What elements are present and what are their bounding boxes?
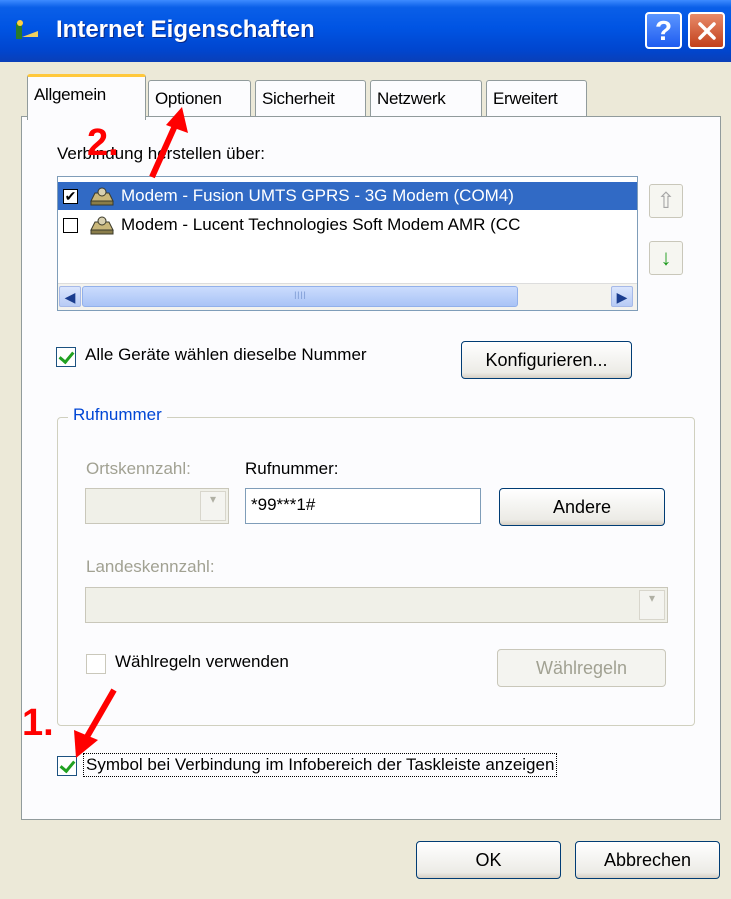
other-button[interactable]: Andere xyxy=(499,488,665,526)
cancel-button[interactable]: Abbrechen xyxy=(575,841,720,879)
dialing-rules-button-label: Wählregeln xyxy=(535,658,628,678)
list-item[interactable]: Modem - Lucent Technologies Soft Modem A… xyxy=(58,211,637,239)
tab-label: Sicherheit xyxy=(262,89,335,108)
configure-button-label: Konfigurieren... xyxy=(485,350,608,370)
move-down-button[interactable]: ↓ xyxy=(649,241,683,275)
list-item-checkbox[interactable] xyxy=(63,218,78,233)
configure-button[interactable]: Konfigurieren... xyxy=(461,341,632,379)
horizontal-scrollbar[interactable]: ◀ IIII ▶ xyxy=(58,283,637,310)
scroll-grip: IIII xyxy=(293,290,307,302)
chevron-down-icon: ▾ xyxy=(200,491,226,521)
arrow-up-icon: ⇧ xyxy=(656,188,676,213)
phone-label: Rufnummer: xyxy=(245,459,339,478)
help-button[interactable]: ? xyxy=(645,12,682,49)
phone-group-title: Rufnummer xyxy=(68,405,167,425)
all-devices-checkbox[interactable] xyxy=(56,347,76,367)
country-code-select[interactable]: ▾ xyxy=(85,587,668,623)
phone-number-input[interactable]: *99***1# xyxy=(245,488,481,524)
scroll-left-icon[interactable]: ◀ xyxy=(59,286,81,307)
tab-erweitert[interactable]: Erweitert xyxy=(486,80,587,116)
tab-label: Allgemein xyxy=(34,85,106,104)
list-item-checkbox[interactable]: ✔ xyxy=(63,189,78,204)
ok-button-label: OK xyxy=(475,850,502,870)
close-button[interactable] xyxy=(688,12,725,49)
dialing-rules-label: Wählregeln verwenden xyxy=(115,652,289,671)
show-icon-label: Symbol bei Verbindung im Infobereich der… xyxy=(83,753,558,777)
scroll-right-icon[interactable]: ▶ xyxy=(611,286,633,307)
dialing-rules-checkbox[interactable] xyxy=(86,654,106,674)
chevron-down-icon: ▾ xyxy=(639,590,665,620)
cancel-button-label: Abbrechen xyxy=(603,850,692,870)
arrow-down-icon: ↓ xyxy=(660,245,672,270)
list-item[interactable]: ✔ Modem - Fusion UMTS GPRS - 3G Modem (C… xyxy=(58,182,637,210)
modem-icon xyxy=(90,187,114,206)
tab-sicherheit[interactable]: Sicherheit xyxy=(255,80,366,116)
tab-netzwerk[interactable]: Netzwerk xyxy=(370,80,482,116)
help-icon: ? xyxy=(654,14,673,46)
scroll-thumb[interactable]: IIII xyxy=(82,286,518,307)
step-2-annotation: 2. xyxy=(87,122,119,164)
window-title: Internet Eigenschaften xyxy=(56,16,315,43)
tab-label: Netzwerk xyxy=(377,89,446,108)
title-bar[interactable]: Internet Eigenschaften ? xyxy=(0,0,731,62)
ok-button[interactable]: OK xyxy=(416,841,561,879)
close-icon xyxy=(697,21,716,40)
step-1-annotation: 1. xyxy=(22,702,54,744)
list-item-label: Modem - Lucent Technologies Soft Modem A… xyxy=(121,215,521,234)
tab-label: Erweitert xyxy=(493,89,558,108)
list-item-label: Modem - Fusion UMTS GPRS - 3G Modem (COM… xyxy=(121,186,514,205)
area-code-label: Ortskennzahl: xyxy=(86,459,191,478)
step-2-arrow-icon xyxy=(149,107,188,179)
move-up-button[interactable]: ⇧ xyxy=(649,184,683,218)
internet-options-icon xyxy=(16,20,38,39)
area-code-select[interactable]: ▾ xyxy=(85,488,229,524)
step-1-arrow-icon xyxy=(74,688,117,758)
all-devices-label: Alle Geräte wählen dieselbe Nummer xyxy=(85,345,367,364)
modem-icon xyxy=(90,216,114,235)
tab-allgemein[interactable]: Allgemein xyxy=(27,74,146,120)
dialing-rules-button[interactable]: Wählregeln xyxy=(497,649,666,687)
connection-list[interactable]: ✔ Modem - Fusion UMTS GPRS - 3G Modem (C… xyxy=(57,176,638,311)
other-button-label: Andere xyxy=(552,497,612,517)
country-code-label: Landeskennzahl: xyxy=(86,557,215,576)
